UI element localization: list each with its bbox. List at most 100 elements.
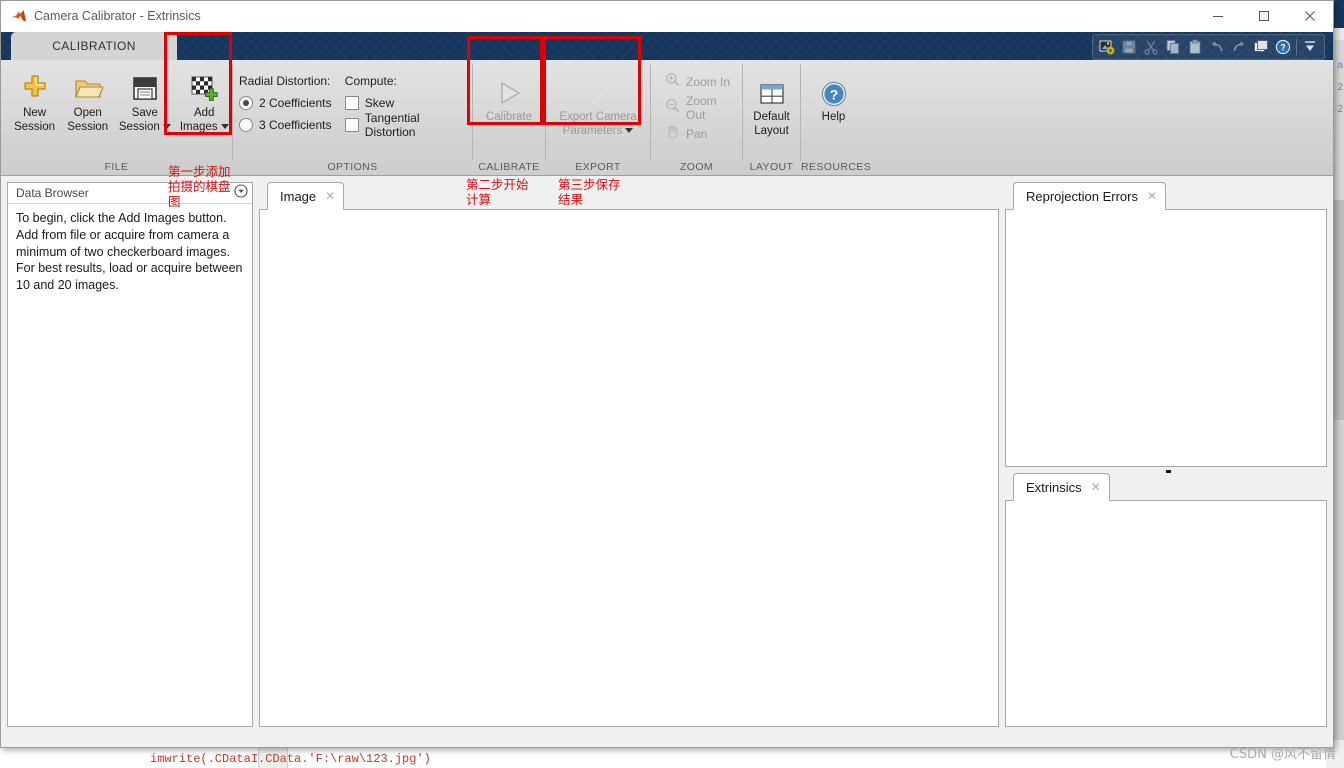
tab-extrinsics-close-icon[interactable]: ✕ xyxy=(1091,481,1101,493)
tab-reprojection-errors[interactable]: Reprojection Errors ✕ xyxy=(1013,182,1167,210)
tab-extrinsics[interactable]: Extrinsics ✕ xyxy=(1013,473,1110,501)
minimize-button[interactable] xyxy=(1195,1,1241,31)
checkbox-skew-label: Skew xyxy=(364,96,395,110)
matlab-icon xyxy=(11,8,27,24)
help-circle-icon: ? xyxy=(820,74,848,108)
checkbox-tangential-distortion[interactable]: Tangential Distortion xyxy=(344,111,472,139)
ribbon: New Session Open Session Save Session Ad… xyxy=(1,32,1333,176)
calibrate-label: Calibrate xyxy=(485,111,533,123)
add-images-label-2: Images xyxy=(179,120,218,133)
annotation-step-3: 第三步保存 结果 xyxy=(558,177,621,207)
save-session-button[interactable]: Save Session xyxy=(115,66,174,134)
tab-image-close-icon[interactable]: ✕ xyxy=(325,190,335,202)
zoom-out-button[interactable]: Zoom Out xyxy=(661,94,742,122)
radial-distortion-label: Radial Distortion: xyxy=(239,74,331,88)
zoom-out-icon xyxy=(665,98,680,118)
ribbon-group-calibrate: Calibrate CALIBRATE xyxy=(473,60,545,175)
ribbon-group-calibrate-label: CALIBRATE xyxy=(478,161,540,173)
background-text-fragment: 2 xyxy=(1337,82,1343,93)
open-session-button[interactable]: Open Session xyxy=(62,66,113,134)
help-button[interactable]: ? Help xyxy=(804,70,863,125)
tab-image-label: Image xyxy=(280,188,317,204)
export-camera-parameters-button[interactable]: Export Camera Parameters xyxy=(546,70,650,138)
ribbon-group-export: Export Camera Parameters EXPORT xyxy=(546,60,650,175)
csdn-watermark: CSDN @风不留情 xyxy=(1229,747,1336,762)
radio-3-coefficients[interactable]: 3 Coefficients xyxy=(239,114,339,136)
open-session-label-1: Open xyxy=(73,107,102,119)
new-session-label-1: New xyxy=(23,107,47,119)
undo-quick-icon[interactable] xyxy=(1206,37,1228,57)
tab-calibration-label: CALIBRATION xyxy=(52,39,136,53)
redo-quick-icon[interactable] xyxy=(1228,37,1250,57)
ribbon-group-zoom-label: ZOOM xyxy=(679,161,714,173)
ribbon-group-layout: Default Layout LAYOUT xyxy=(743,60,800,175)
tab-reprojection-errors-close-icon[interactable]: ✕ xyxy=(1147,190,1157,202)
reprojection-errors-tab-bar: Reprojection Errors ✕ xyxy=(1005,182,1327,210)
extrinsics-tab-bar: Extrinsics ✕ xyxy=(1005,473,1327,501)
ribbon-group-export-label: EXPORT xyxy=(575,161,621,173)
annotation-step-1: 第一步添加 拍摄的棋盘 图 xyxy=(168,164,231,209)
calibrate-button[interactable]: Calibrate xyxy=(474,70,544,125)
save-session-dropdown-icon[interactable] xyxy=(162,123,171,129)
close-button[interactable] xyxy=(1287,1,1333,31)
image-canvas[interactable] xyxy=(259,210,999,727)
radio-3-coefficients-icon[interactable] xyxy=(239,118,253,132)
save-session-label-2: Session xyxy=(118,120,160,133)
export-dropdown-icon[interactable] xyxy=(625,127,634,133)
extrinsics-canvas[interactable] xyxy=(1005,501,1327,727)
add-images-dropdown-icon[interactable] xyxy=(220,123,229,129)
zoom-in-button[interactable]: Zoom In xyxy=(661,69,742,95)
background-code-line: imwrite(.CDataI.CData.'F:\raw\123.jpg') xyxy=(150,752,431,766)
cut-quick-icon[interactable] xyxy=(1140,37,1162,57)
minimize-ribbon-icon[interactable] xyxy=(1299,37,1321,57)
reprojection-errors-panel: Reprojection Errors ✕ xyxy=(1005,182,1327,467)
radio-3-coefficients-label: 3 Coefficients xyxy=(259,118,332,132)
tab-calibration[interactable]: CALIBRATION xyxy=(11,32,177,60)
image-tab-bar: Image ✕ xyxy=(259,182,999,210)
default-layout-icon xyxy=(757,74,787,108)
checkbox-skew-icon[interactable] xyxy=(344,96,359,110)
layout-quick-icon[interactable] xyxy=(1250,37,1272,57)
ribbon-group-file: New Session Open Session Save Session Ad… xyxy=(1,60,232,175)
quick-access-separator xyxy=(1296,39,1297,55)
pan-label: Pan xyxy=(686,127,708,141)
reprojection-errors-canvas[interactable] xyxy=(1005,210,1327,467)
ribbon-group-zoom: Zoom In Zoom Out Pan ZOOM xyxy=(651,60,742,175)
default-layout-button[interactable]: Default Layout xyxy=(743,70,800,138)
data-browser-message: To begin, click the Add Images button. A… xyxy=(16,211,243,293)
radio-2-coefficients[interactable]: 2 Coefficients xyxy=(239,92,339,114)
extrinsics-panel: Extrinsics ✕ xyxy=(1005,470,1327,727)
paste-quick-icon[interactable] xyxy=(1184,37,1206,57)
svg-text:?: ? xyxy=(829,86,838,102)
tab-image[interactable]: Image ✕ xyxy=(267,182,345,210)
checkmark-icon xyxy=(580,74,616,108)
play-triangle-icon xyxy=(492,74,526,108)
chevron-down-circle-icon[interactable] xyxy=(234,183,248,203)
copy-quick-icon[interactable] xyxy=(1162,37,1184,57)
checkbox-tangential-distortion-icon[interactable] xyxy=(344,118,359,132)
pan-button[interactable]: Pan xyxy=(661,121,742,147)
save-quick-icon[interactable] xyxy=(1118,37,1140,57)
add-images-quick-icon[interactable] xyxy=(1096,37,1118,57)
save-session-label-1: Save xyxy=(131,107,158,119)
radio-2-coefficients-icon[interactable] xyxy=(239,96,253,110)
default-layout-label-2: Layout xyxy=(754,124,789,137)
tab-reprojection-errors-label: Reprojection Errors xyxy=(1026,188,1138,204)
compute-label: Compute: xyxy=(344,74,397,88)
save-session-icon xyxy=(129,70,161,104)
help-quick-icon[interactable]: ? xyxy=(1272,37,1294,57)
title-bar: Camera Calibrator - Extrinsics xyxy=(1,1,1333,32)
status-bar xyxy=(1,733,1333,747)
pan-hand-icon xyxy=(665,124,680,144)
background-text-fragment: 2 xyxy=(1337,104,1343,115)
tab-extrinsics-label: Extrinsics xyxy=(1026,479,1082,495)
window-title: Camera Calibrator - Extrinsics xyxy=(34,9,201,23)
ribbon-group-options-label: OPTIONS xyxy=(327,161,378,173)
add-images-button[interactable]: Add Images xyxy=(176,66,232,134)
right-panels: Reprojection Errors ✕ Extrinsics ✕ xyxy=(1005,182,1327,727)
maximize-button[interactable] xyxy=(1241,1,1287,31)
new-session-button[interactable]: New Session xyxy=(9,66,60,134)
ribbon-group-options: Radial Distortion: 2 Coefficients 3 Coef… xyxy=(233,60,472,175)
radio-2-coefficients-label: 2 Coefficients xyxy=(259,96,332,110)
zoom-in-label: Zoom In xyxy=(686,75,731,89)
